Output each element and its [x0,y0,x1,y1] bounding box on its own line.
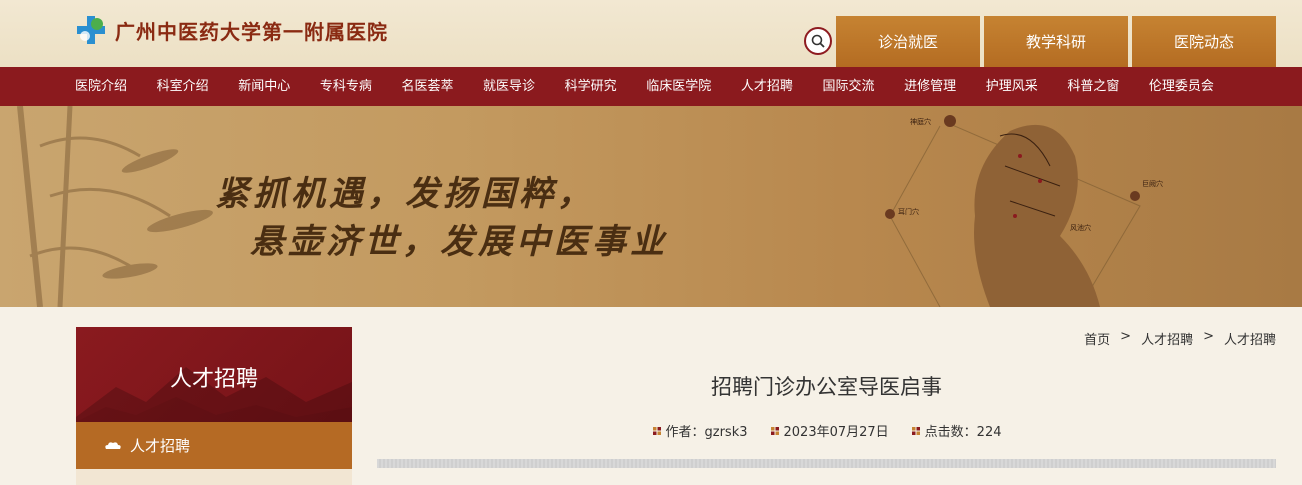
cloud-icon [105,441,121,449]
nav-item-clinical-college[interactable]: 临床医学院 [646,67,726,106]
breadcrumb-separator: > [1203,329,1214,344]
meta-author-text: 作者：gzrsk3 [665,425,748,440]
acupoint-label-fengchi: 风池穴 [1070,223,1091,232]
nav-item-research[interactable]: 科学研究 [565,67,632,106]
diamond-bullet-icon [652,426,661,435]
article-divider [377,459,1276,468]
sidebar-item-label: 人才招聘 [130,437,191,455]
nav-item-about[interactable]: 医院介绍 [75,67,142,106]
hospital-name: 广州中医药大学第一附属医院 [115,19,388,44]
article-title: 招聘门诊办公室导医启事 [711,375,942,399]
sidebar-title: 人才招聘 [169,367,258,392]
hospital-logo-icon [77,16,105,44]
diamond-bullet-icon [770,426,779,435]
meta-views: 点击数：224 [911,421,1002,440]
hero-banner: 紧抓机遇，发扬国粹， 悬壶济世，发展中医事业 神庭穴 耳门穴 巨阙穴 风池穴 [0,106,1302,307]
nav-item-guide[interactable]: 就医导诊 [483,67,550,106]
top-tabs: 诊治就医 教学科研 医院动态 [836,16,1276,67]
acupoint-label-ermen: 耳门穴 [898,207,919,216]
meta-author: 作者：gzrsk3 [652,421,748,440]
nav-item-news[interactable]: 新闻中心 [238,67,305,106]
banner-slogan-line2: 悬壶济世，发展中医事业 [250,222,668,262]
main-nav: 医院介绍 科室介绍 新闻中心 专科专病 名医荟萃 就医导诊 科学研究 临床医学院… [0,67,1302,106]
breadcrumb-home[interactable]: 首页 [1084,329,1110,348]
search-icon [811,34,825,48]
meta-views-text: 点击数：224 [924,425,1002,440]
breadcrumb-separator: > [1120,329,1132,344]
nav-item-training[interactable]: 进修管理 [904,67,971,106]
acupoint-label-shenting: 神庭穴 [910,117,931,126]
acupuncture-figure-graphic: 神庭穴 耳门穴 巨阙穴 风池穴 [885,115,1163,307]
sidebar-header: 人才招聘 [76,327,352,422]
top-tab-news[interactable]: 医院动态 [1132,16,1276,67]
search-button[interactable] [804,27,832,55]
nav-item-international[interactable]: 国际交流 [822,67,889,106]
breadcrumb: 首页 > 人才招聘 > 人才招聘 [1084,329,1276,348]
meta-date: 2023年07月27日 [770,421,889,440]
hospital-logo[interactable]: 广州中医药大学第一附属医院 [75,14,388,46]
banner-slogan-line1: 紧抓机遇，发扬国粹， [215,174,595,214]
meta-date-text: 2023年07月27日 [783,425,889,440]
nav-item-departments[interactable]: 科室介绍 [157,67,224,106]
nav-item-recruitment[interactable]: 人才招聘 [741,67,808,106]
top-tab-diagnosis[interactable]: 诊治就医 [836,16,980,67]
nav-item-ethics[interactable]: 伦理委员会 [1149,67,1214,106]
nav-item-nursing[interactable]: 护理风采 [986,67,1053,106]
nav-item-specialties[interactable]: 专科专病 [320,67,387,106]
article-meta: 作者：gzrsk3 2023年07月27日 点击数：224 [377,421,1276,440]
breadcrumb-current[interactable]: 人才招聘 [1224,329,1276,348]
header: 广州中医药大学第一附属医院 诊治就医 教学科研 医院动态 [0,0,1302,67]
sidebar-item-placeholder [76,469,352,485]
nav-item-doctors[interactable]: 名医荟萃 [401,67,468,106]
diamond-bullet-icon [911,426,920,435]
sidebar-item-recruitment[interactable]: 人才招聘 [76,422,352,469]
nav-item-science-window[interactable]: 科普之窗 [1067,67,1134,106]
top-tab-teaching[interactable]: 教学科研 [984,16,1128,67]
breadcrumb-recruitment[interactable]: 人才招聘 [1141,329,1193,348]
acupoint-label-juque: 巨阙穴 [1142,179,1163,188]
